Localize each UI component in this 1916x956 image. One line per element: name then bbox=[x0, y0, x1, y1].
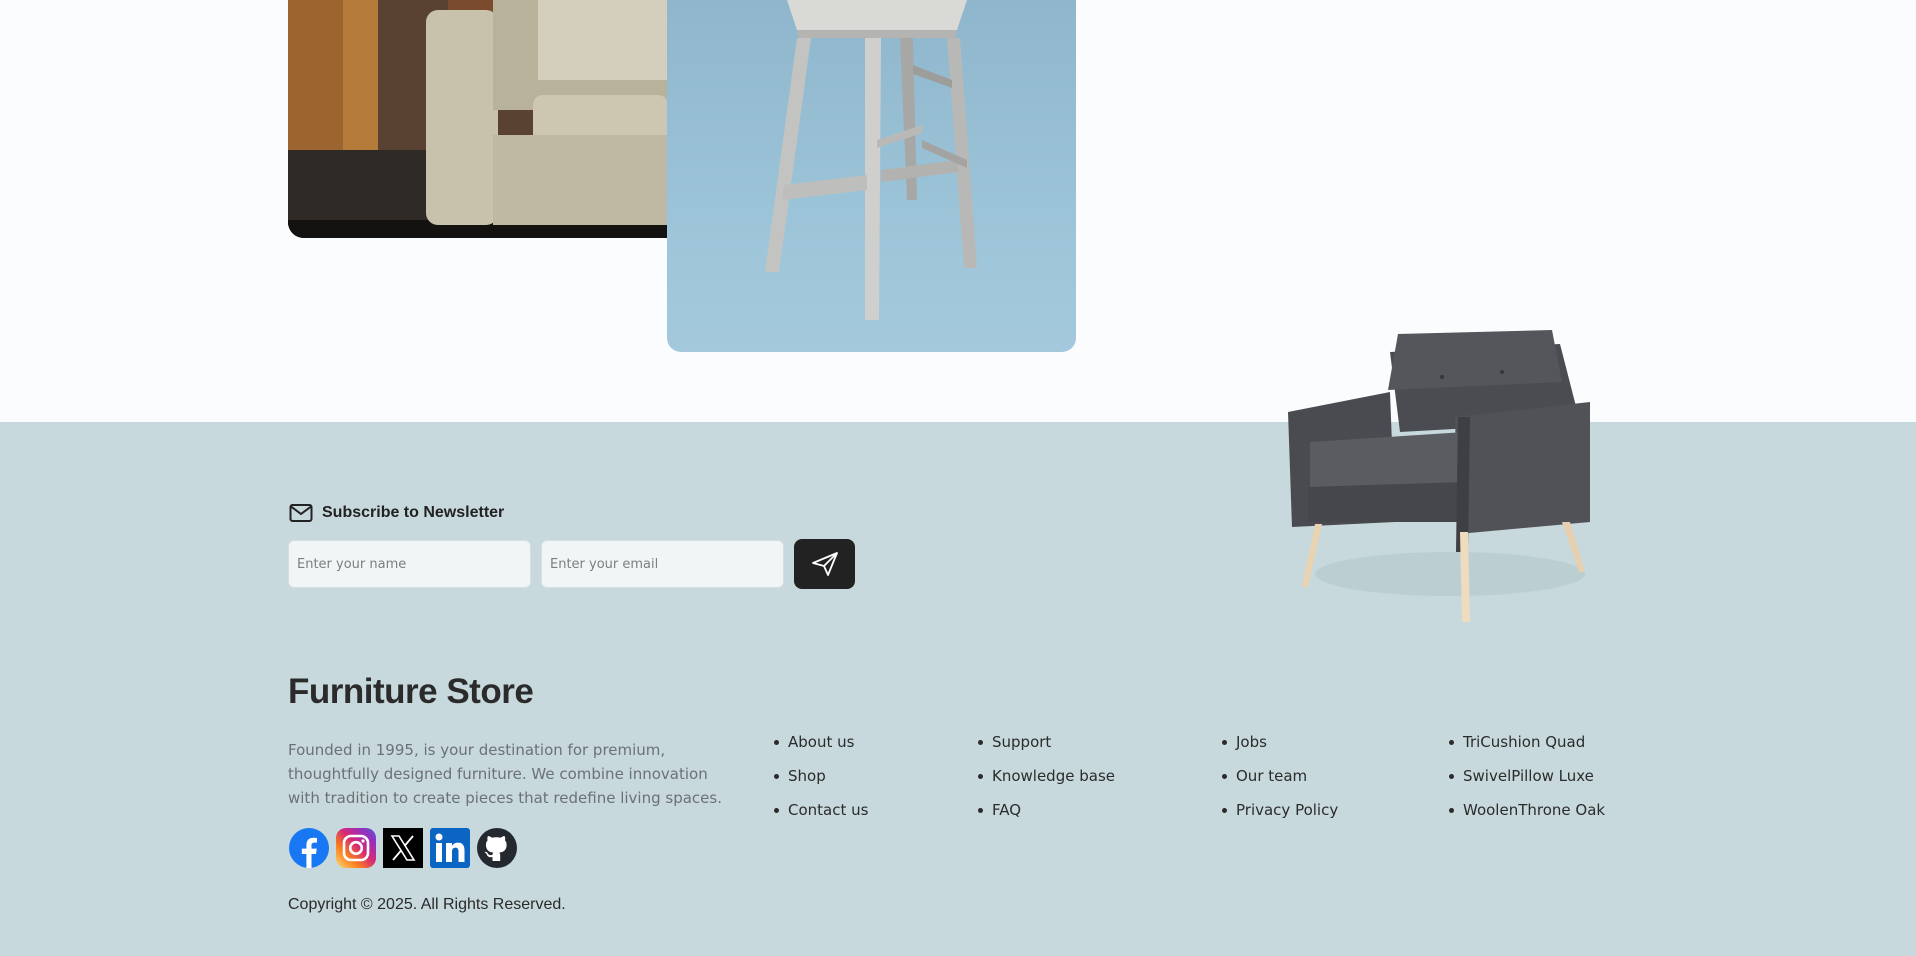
newsletter-title: Subscribe to Newsletter bbox=[322, 504, 505, 521]
stool-image bbox=[667, 0, 1076, 352]
subscribe-button[interactable] bbox=[794, 539, 855, 589]
link-woolenthrone-oak[interactable]: WoolenThrone Oak bbox=[1449, 793, 1605, 827]
send-icon bbox=[811, 551, 839, 577]
instagram-icon bbox=[336, 828, 376, 868]
bullet bbox=[1449, 773, 1454, 779]
link-knowledge-base[interactable]: Knowledge base bbox=[978, 759, 1115, 793]
link-tricushion-quad[interactable]: TriCushion Quad bbox=[1449, 725, 1605, 759]
link-swivelpillow-luxe[interactable]: SwivelPillow Luxe bbox=[1449, 759, 1605, 793]
facebook-icon bbox=[289, 828, 329, 868]
links-column-help: Support Knowledge base FAQ bbox=[978, 725, 1115, 827]
bullet bbox=[1222, 807, 1227, 813]
link-label: WoolenThrone Oak bbox=[1463, 801, 1606, 819]
mail-icon bbox=[289, 503, 313, 523]
bullet bbox=[1222, 773, 1227, 779]
github-link[interactable] bbox=[477, 828, 517, 868]
link-label: About us bbox=[788, 733, 855, 751]
bullet bbox=[1222, 739, 1227, 745]
link-label: Our team bbox=[1236, 767, 1308, 785]
x-link[interactable] bbox=[383, 828, 423, 868]
email-input[interactable] bbox=[541, 540, 784, 588]
link-jobs[interactable]: Jobs bbox=[1222, 725, 1338, 759]
link-label: TriCushion Quad bbox=[1463, 733, 1586, 751]
link-our-team[interactable]: Our team bbox=[1222, 759, 1338, 793]
bullet bbox=[1449, 807, 1454, 813]
links-column-products: TriCushion Quad SwivelPillow Luxe Woolen… bbox=[1449, 725, 1605, 827]
link-label: SwivelPillow Luxe bbox=[1463, 767, 1594, 785]
x-icon bbox=[383, 828, 423, 868]
copyright: Copyright © 2025. All Rights Reserved. bbox=[288, 896, 566, 913]
link-faq[interactable]: FAQ bbox=[978, 793, 1115, 827]
facebook-link[interactable] bbox=[289, 828, 329, 868]
linkedin-icon bbox=[430, 828, 470, 868]
link-support[interactable]: Support bbox=[978, 725, 1115, 759]
link-label: FAQ bbox=[992, 801, 1022, 819]
github-icon bbox=[477, 828, 517, 868]
bullet bbox=[1449, 739, 1454, 745]
bullet bbox=[774, 807, 779, 813]
link-shop[interactable]: Shop bbox=[774, 759, 868, 793]
link-label: Shop bbox=[788, 767, 826, 785]
bullet bbox=[978, 807, 983, 813]
links-column-about: Jobs Our team Privacy Policy bbox=[1222, 725, 1338, 827]
brand-description: Founded in 1995, is your destination for… bbox=[288, 741, 722, 807]
bullet bbox=[774, 773, 779, 779]
armchair-image bbox=[1280, 322, 1600, 622]
link-contact-us[interactable]: Contact us bbox=[774, 793, 868, 827]
link-privacy-policy[interactable]: Privacy Policy bbox=[1222, 793, 1338, 827]
link-label: Support bbox=[992, 733, 1052, 751]
link-label: Jobs bbox=[1236, 733, 1267, 751]
instagram-link[interactable] bbox=[336, 828, 376, 868]
bullet bbox=[978, 773, 983, 779]
link-label: Privacy Policy bbox=[1236, 801, 1339, 819]
social-links bbox=[289, 828, 517, 868]
gallery-section bbox=[0, 0, 1916, 422]
linkedin-link[interactable] bbox=[430, 828, 470, 868]
newsletter-header: Subscribe to Newsletter bbox=[289, 503, 504, 523]
link-label: Knowledge base bbox=[992, 767, 1115, 785]
sofa-image bbox=[288, 0, 668, 238]
brand-name: Furniture Store bbox=[288, 672, 534, 711]
bullet bbox=[978, 739, 983, 745]
link-label: Contact us bbox=[788, 801, 869, 819]
bullet bbox=[774, 739, 779, 745]
name-input[interactable] bbox=[288, 540, 531, 588]
link-about-us[interactable]: About us bbox=[774, 725, 868, 759]
links-column-company: About us Shop Contact us bbox=[774, 725, 868, 827]
